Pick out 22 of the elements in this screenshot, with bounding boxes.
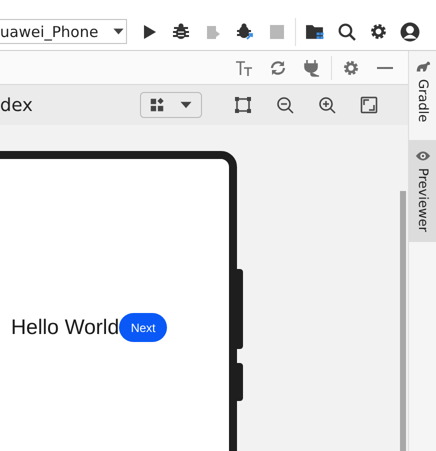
- frame-icon[interactable]: [234, 96, 252, 114]
- tab-title: dex: [0, 94, 34, 116]
- zoom-in-icon[interactable]: [318, 96, 336, 114]
- plug-icon[interactable]: [303, 58, 321, 76]
- settings-icon[interactable]: [368, 22, 388, 41]
- refresh-icon[interactable]: [269, 58, 287, 76]
- zoom-out-icon[interactable]: [276, 96, 294, 114]
- bug-icon[interactable]: [172, 22, 190, 40]
- next-button[interactable]: Next: [119, 313, 168, 342]
- device-dropdown[interactable]: uawei_Phone: [0, 19, 127, 44]
- font-size-icon[interactable]: [235, 58, 253, 76]
- folder-icon[interactable]: [304, 22, 324, 41]
- side-tab[interactable]: Gradle: [409, 51, 436, 132]
- search-icon[interactable]: [336, 22, 356, 41]
- scrollbar[interactable]: [400, 191, 406, 451]
- fit-screen-icon[interactable]: [360, 96, 378, 114]
- avatar-icon[interactable]: [400, 22, 420, 42]
- view-mode-dropdown[interactable]: [140, 92, 202, 118]
- bug-arrow-icon[interactable]: [236, 22, 254, 40]
- grid-icon: [149, 97, 165, 113]
- hello-text: Hello World: [11, 316, 120, 340]
- side-tab[interactable]: Previewer: [409, 140, 436, 242]
